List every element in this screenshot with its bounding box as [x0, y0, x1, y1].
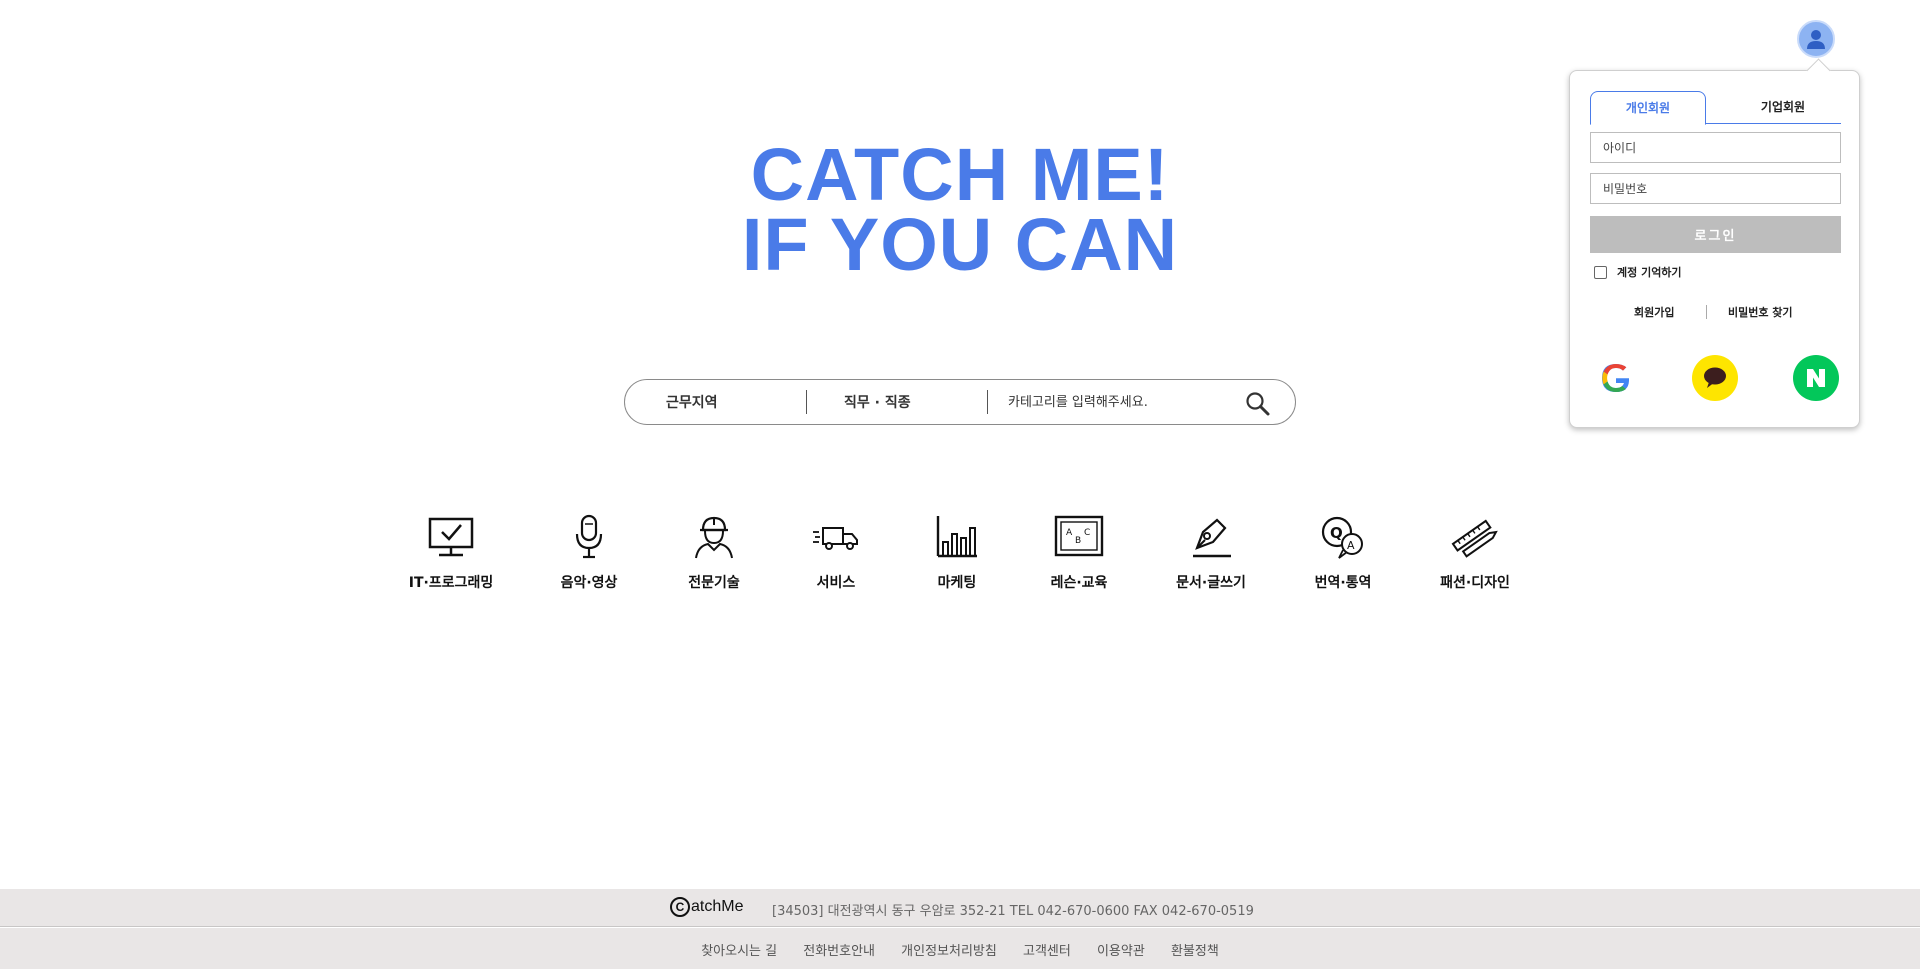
abc-board-icon: A B C	[1054, 515, 1104, 557]
monitor-check-icon	[428, 517, 474, 557]
remember-account: 계정 기억하기	[1594, 264, 1682, 280]
password-field[interactable]	[1590, 173, 1841, 204]
category-list: IT·프로그래밍 음악·영상 전문기술 서비스 마케팅 A B C 레슨·교육 …	[0, 512, 1920, 612]
job-dropdown[interactable]: 직무 · 직종	[807, 379, 987, 425]
category-label: 문서·글쓰기	[1176, 575, 1246, 591]
search-button[interactable]	[1245, 391, 1271, 417]
footer-link-support[interactable]: 고객센터	[1023, 940, 1071, 959]
category-item-marketing[interactable]: 마케팅	[897, 512, 1017, 592]
id-field[interactable]	[1590, 132, 1841, 163]
login-button[interactable]: 로그인	[1590, 216, 1841, 253]
footer-logo[interactable]: C atchMe	[670, 897, 743, 917]
category-item-it[interactable]: IT·프로그래밍	[391, 512, 511, 592]
svg-text:C: C	[1084, 528, 1090, 538]
footer-link-refund[interactable]: 환불정책	[1171, 940, 1219, 959]
category-item-translation[interactable]: Q A 번역·통역	[1283, 512, 1403, 592]
category-item-music[interactable]: 음악·영상	[529, 512, 649, 592]
qa-bubbles-icon: Q A	[1321, 516, 1363, 559]
footer-link-directions[interactable]: 찾아오시는 길	[701, 940, 777, 959]
remember-label: 계정 기억하기	[1617, 266, 1682, 279]
category-label: 서비스	[816, 575, 856, 591]
login-panel: 개인회원 기업회원 로그인 계정 기억하기 회원가입 비밀번호 찾기	[1569, 70, 1860, 428]
category-label: 마케팅	[937, 575, 977, 591]
svg-text:A: A	[1066, 528, 1073, 538]
page: CATCH ME! IF YOU CAN 근무지역 직무 · 직종 카테고리를 …	[0, 0, 1920, 969]
tab-business[interactable]: 기업회원	[1725, 91, 1841, 124]
worker-helmet-icon	[695, 516, 733, 559]
user-icon	[1807, 30, 1825, 49]
category-label: 전문기술	[688, 575, 740, 591]
signup-link[interactable]: 회원가입	[1634, 304, 1674, 320]
tab-personal[interactable]: 개인회원	[1590, 91, 1706, 125]
category-item-expert[interactable]: 전문기술	[654, 512, 774, 592]
naver-icon	[1807, 369, 1825, 387]
category-label: 번역·통역	[1314, 575, 1372, 591]
links-divider	[1706, 305, 1707, 319]
category-item-service[interactable]: 서비스	[776, 512, 896, 592]
remember-checkbox[interactable]	[1594, 265, 1607, 279]
footer-nav: 찾아오시는 길 전화번호안내 개인정보처리방침 고객센터 이용약관 환불정책	[0, 928, 1920, 969]
logo-text: atchMe	[691, 898, 744, 915]
footer-address: [34503] 대전광역시 동구 우암로 352-21 TEL 042-670-…	[772, 904, 1254, 919]
location-dropdown[interactable]: 근무지역	[625, 379, 806, 425]
microphone-icon	[575, 514, 603, 559]
bar-chart-icon	[936, 516, 977, 558]
footer-info-bar: C atchMe [34503] 대전광역시 동구 우암로 352-21 TEL…	[0, 889, 1920, 927]
google-icon	[1602, 364, 1629, 392]
category-item-lesson[interactable]: A B C 레슨·교육	[1019, 512, 1139, 592]
footer-link-terms[interactable]: 이용약관	[1097, 940, 1145, 959]
category-label: 레슨·교육	[1050, 575, 1108, 591]
category-label: 패션·디자인	[1440, 575, 1510, 591]
footer-link-privacy[interactable]: 개인정보처리방침	[901, 940, 997, 959]
search-divider	[987, 390, 988, 414]
find-password-link[interactable]: 비밀번호 찾기	[1728, 304, 1793, 320]
naver-login-button[interactable]	[1793, 355, 1839, 401]
kakao-login-button[interactable]	[1692, 355, 1738, 401]
location-label: 근무지역	[666, 395, 718, 411]
search-icon	[1246, 392, 1270, 416]
footer-link-phone[interactable]: 전화번호안내	[803, 940, 875, 959]
category-label: 음악·영상	[560, 575, 618, 591]
svg-text:A: A	[1347, 539, 1355, 552]
svg-text:B: B	[1075, 536, 1081, 546]
category-search-input[interactable]	[1008, 394, 1248, 410]
delivery-truck-icon	[813, 527, 858, 550]
user-avatar-button[interactable]	[1797, 20, 1835, 58]
pen-nib-icon	[1193, 518, 1231, 558]
job-label: 직무 · 직종	[844, 395, 911, 411]
member-type-tabs: 개인회원 기업회원	[1590, 91, 1841, 125]
google-login-button[interactable]	[1593, 355, 1639, 401]
svg-text:Q: Q	[1330, 524, 1343, 542]
search-bar: 근무지역 직무 · 직종	[624, 379, 1296, 425]
kakao-icon	[1704, 367, 1726, 388]
category-item-writing[interactable]: 문서·글쓰기	[1151, 512, 1271, 592]
category-label: IT·프로그래밍	[408, 575, 494, 591]
logo-c-mark: C	[670, 897, 690, 917]
category-item-fashion[interactable]: 패션·디자인	[1415, 512, 1535, 592]
footer-links: 찾아오시는 길 전화번호안내 개인정보처리방침 고객센터 이용약관 환불정책	[0, 940, 1920, 959]
ruler-pencil-icon	[1451, 519, 1498, 558]
